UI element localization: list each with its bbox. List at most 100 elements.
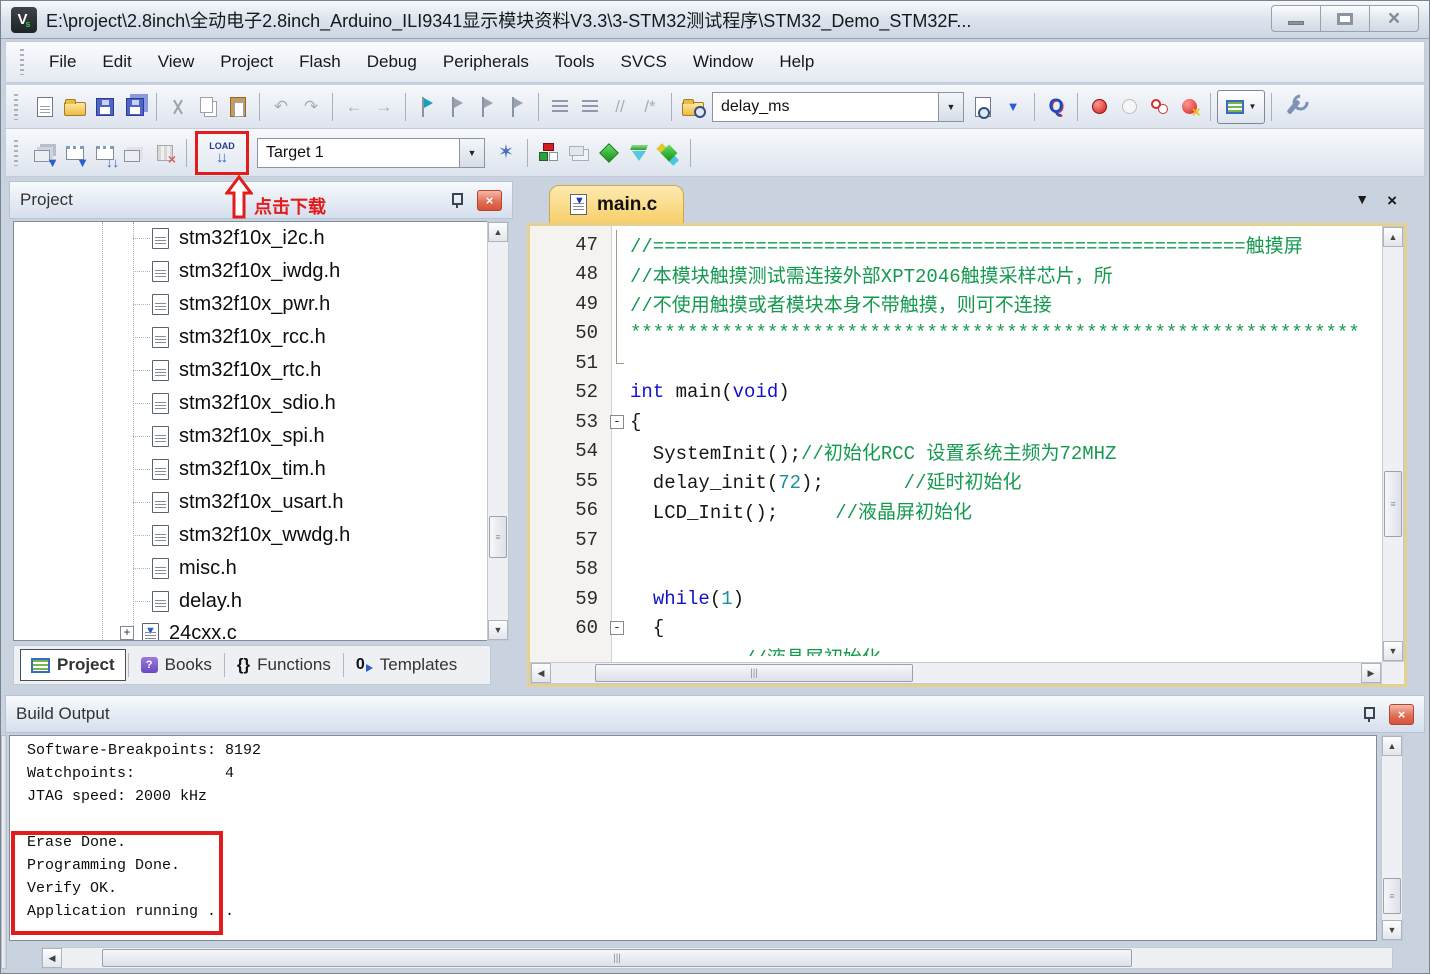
menu-item-flash[interactable]: Flash — [286, 42, 354, 82]
options-for-target-button[interactable]: ✶ — [491, 138, 521, 168]
batch-build-button[interactable] — [120, 138, 150, 168]
menu-item-help[interactable]: Help — [766, 42, 827, 82]
translate-button[interactable]: ▼ — [30, 138, 60, 168]
navigate-back-button[interactable]: ← — [339, 92, 369, 122]
menu-item-tools[interactable]: Tools — [542, 42, 608, 82]
find-button[interactable] — [968, 92, 998, 122]
scroll-up-button[interactable]: ▲ — [488, 222, 508, 242]
pin-icon[interactable] — [451, 192, 463, 208]
scroll-thumb[interactable]: ≡ — [1384, 471, 1402, 537]
tab-project[interactable]: Project — [20, 649, 126, 681]
project-tree-scrollbar[interactable]: ▲ ≡ ▼ — [487, 221, 509, 641]
tab-main-c[interactable]: ▼ main.c — [549, 185, 684, 223]
redo-button[interactable]: ↷ — [296, 92, 326, 122]
document-list-dropdown[interactable]: ▼ — [1355, 191, 1369, 211]
new-file-button[interactable] — [30, 92, 60, 122]
minimize-button[interactable] — [1271, 5, 1321, 32]
tree-item-stm32f10x_usart.h[interactable]: stm32f10x_usart.h — [14, 486, 490, 519]
project-tree[interactable]: stm32f10x_i2c.hstm32f10x_iwdg.hstm32f10x… — [13, 221, 491, 641]
scroll-down-button[interactable]: ▼ — [1383, 641, 1403, 661]
scroll-thumb[interactable]: ||| — [102, 949, 1132, 967]
close-document-button[interactable]: × — [1387, 191, 1397, 211]
insert-breakpoint-button[interactable] — [1084, 92, 1114, 122]
select-software-packs-button[interactable] — [624, 138, 654, 168]
build-output-horizontal-scrollbar[interactable]: ◀ ||| — [41, 947, 1393, 969]
search-combobox-dropdown[interactable]: ▼ — [938, 93, 963, 121]
search-combobox[interactable]: delay_ms ▼ — [712, 92, 964, 122]
next-bookmark-button[interactable] — [472, 92, 502, 122]
tree-item-stm32f10x_spi.h[interactable]: stm32f10x_spi.h — [14, 420, 490, 453]
copy-button[interactable] — [193, 92, 223, 122]
scroll-down-button[interactable]: ▼ — [1382, 920, 1402, 940]
uncomment-button[interactable]: /* — [635, 92, 665, 122]
debug-session-button[interactable] — [534, 138, 564, 168]
scroll-thumb[interactable]: ||| — [595, 664, 913, 682]
tree-item-delay.h[interactable]: delay.h — [14, 585, 490, 618]
flash-erase-button[interactable] — [564, 138, 594, 168]
expand-plus-icon[interactable]: + — [120, 626, 134, 640]
scroll-thumb[interactable]: ≡ — [1383, 878, 1401, 914]
window-layout-button[interactable]: ▼ — [1217, 90, 1265, 124]
scroll-right-button[interactable]: ▶ — [1361, 663, 1381, 683]
tree-item-stm32f10x_wwdg.h[interactable]: stm32f10x_wwdg.h — [14, 519, 490, 552]
tree-item-stm32f10x_iwdg.h[interactable]: stm32f10x_iwdg.h — [14, 255, 490, 288]
scroll-up-button[interactable]: ▲ — [1383, 227, 1403, 247]
tree-item-24cxx.c[interactable]: +▼24cxx.c — [14, 618, 490, 641]
project-panel-close-button[interactable]: × — [477, 190, 502, 211]
pack-installer-button[interactable] — [654, 138, 684, 168]
scroll-left-button[interactable]: ◀ — [42, 948, 62, 968]
toggle-bookmark-button[interactable] — [412, 92, 442, 122]
rebuild-button[interactable]: ↓↓ — [90, 138, 120, 168]
build-output-vertical-scrollbar[interactable]: ▲ ≡ ▼ — [1381, 735, 1403, 941]
indent-button[interactable] — [545, 92, 575, 122]
tree-item-stm32f10x_pwr.h[interactable]: stm32f10x_pwr.h — [14, 288, 490, 321]
download-button[interactable]: LOAD ↓↓ — [207, 138, 237, 168]
scroll-thumb[interactable]: ≡ — [489, 516, 507, 558]
menu-item-view[interactable]: View — [145, 42, 208, 82]
menu-item-file[interactable]: File — [36, 42, 89, 82]
find-in-files-button[interactable] — [678, 92, 708, 122]
tree-item-stm32f10x_rtc.h[interactable]: stm32f10x_rtc.h — [14, 354, 490, 387]
code-editor[interactable]: 47//====================================… — [530, 226, 1382, 662]
menu-item-debug[interactable]: Debug — [354, 42, 430, 82]
kill-all-breakpoints-button[interactable] — [1174, 92, 1204, 122]
menu-item-window[interactable]: Window — [680, 42, 766, 82]
menu-item-edit[interactable]: Edit — [89, 42, 144, 82]
editor-vertical-scrollbar[interactable]: ▲ ≡ ▼ — [1382, 226, 1404, 662]
scroll-up-button[interactable]: ▲ — [1382, 736, 1402, 756]
stop-build-button[interactable] — [150, 138, 180, 168]
comment-button[interactable]: // — [605, 92, 635, 122]
restore-button[interactable] — [1320, 5, 1370, 32]
save-button[interactable] — [90, 92, 120, 122]
undo-button[interactable]: ↶ — [266, 92, 296, 122]
scroll-down-button[interactable]: ▼ — [488, 620, 508, 640]
unindent-button[interactable] — [575, 92, 605, 122]
configure-button[interactable] — [1278, 92, 1308, 122]
tab-books[interactable]: ?Books — [131, 649, 222, 681]
cut-button[interactable] — [163, 92, 193, 122]
manage-rte-button[interactable] — [594, 138, 624, 168]
prev-bookmark-button[interactable] — [442, 92, 472, 122]
menu-item-peripherals[interactable]: Peripherals — [430, 42, 542, 82]
tree-item-stm32f10x_tim.h[interactable]: stm32f10x_tim.h — [14, 453, 490, 486]
build-output-close-button[interactable]: × — [1389, 704, 1414, 725]
close-button[interactable]: × — [1369, 5, 1419, 32]
clear-bookmarks-button[interactable] — [502, 92, 532, 122]
target-combobox-dropdown[interactable]: ▼ — [459, 139, 484, 167]
quick-find-button[interactable]: Q — [1041, 92, 1071, 122]
disable-breakpoint-button[interactable] — [1114, 92, 1144, 122]
menu-item-svcs[interactable]: SVCS — [608, 42, 680, 82]
target-combobox[interactable]: Target 1 ▼ — [257, 138, 485, 168]
open-file-button[interactable] — [60, 92, 90, 122]
tree-item-stm32f10x_sdio.h[interactable]: stm32f10x_sdio.h — [14, 387, 490, 420]
tree-item-misc.h[interactable]: misc.h — [14, 552, 490, 585]
navigate-forward-button[interactable]: → — [369, 92, 399, 122]
incremental-find-button[interactable]: ▼ — [998, 92, 1028, 122]
fold-collapse-icon[interactable]: - — [610, 621, 624, 635]
tree-item-stm32f10x_i2c.h[interactable]: stm32f10x_i2c.h — [14, 222, 490, 255]
pin-icon[interactable] — [1363, 706, 1375, 722]
tab-functions[interactable]: {}Functions — [227, 649, 341, 681]
paste-button[interactable] — [223, 92, 253, 122]
menu-item-project[interactable]: Project — [207, 42, 286, 82]
fold-collapse-icon[interactable]: - — [610, 415, 624, 429]
